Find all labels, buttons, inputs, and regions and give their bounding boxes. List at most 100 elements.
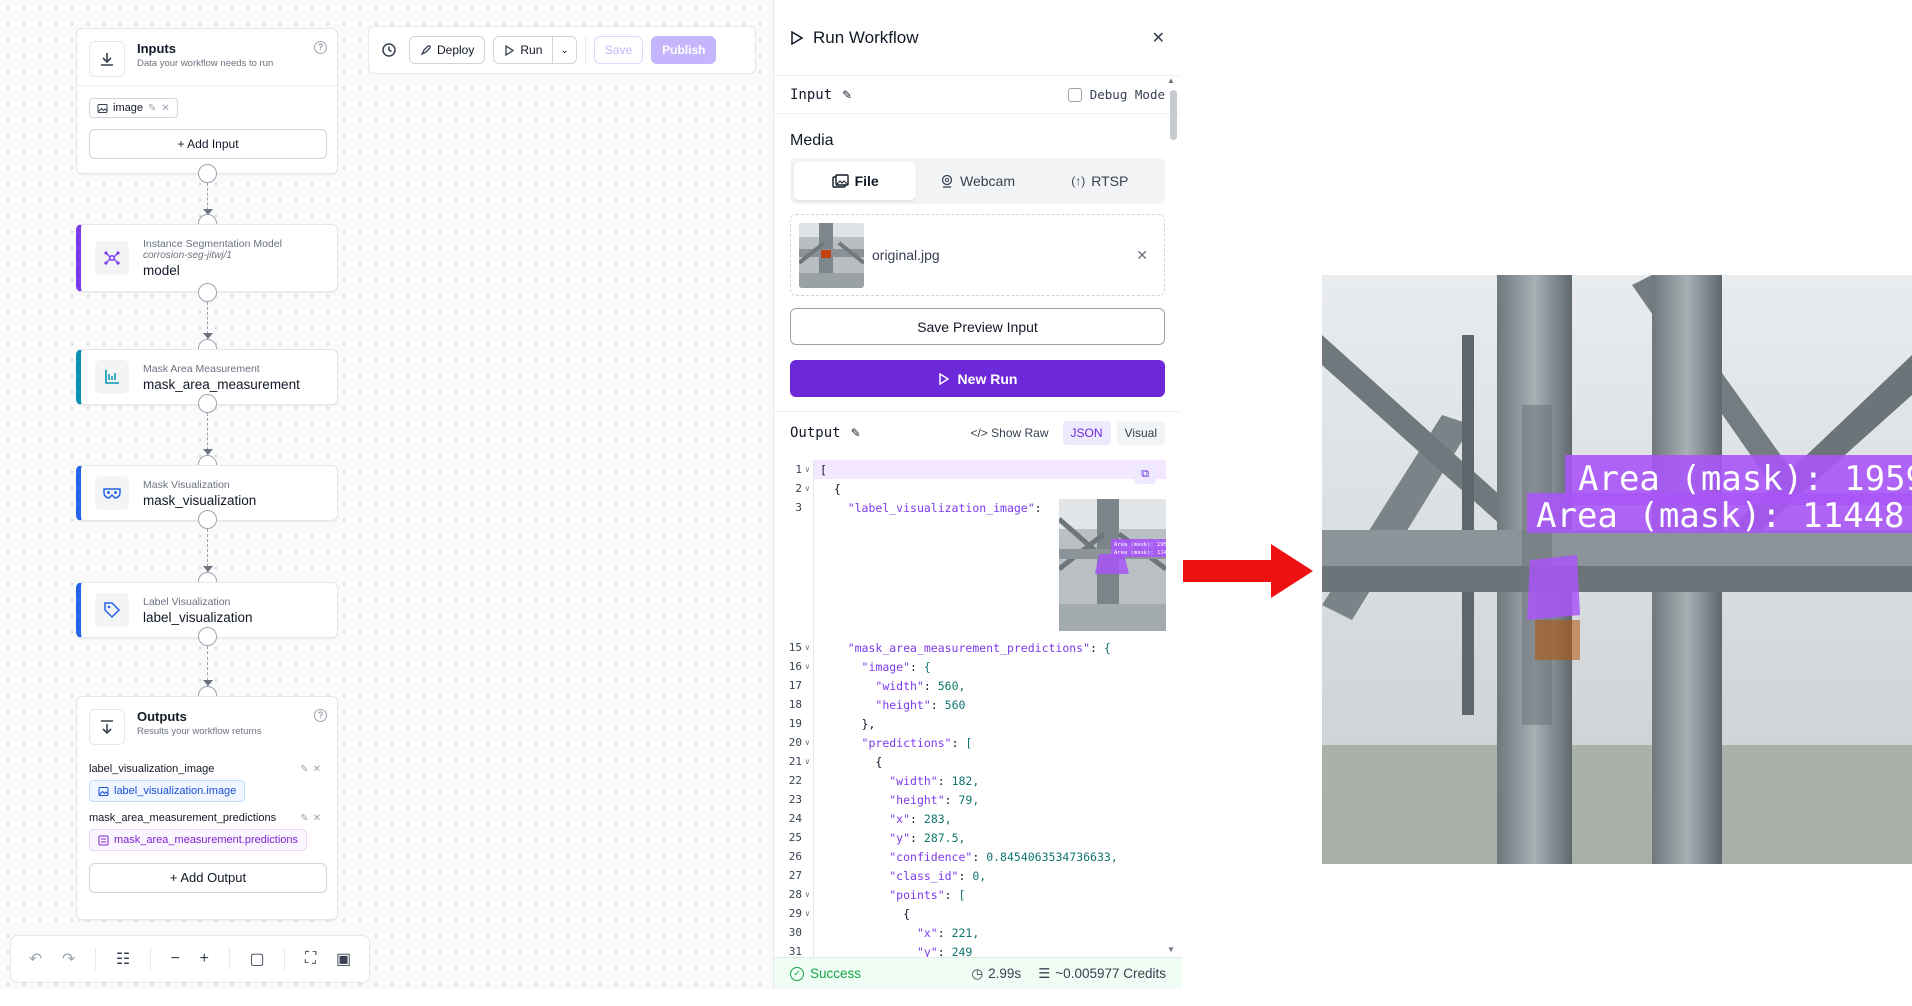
minimap-icon[interactable]: ▣	[336, 949, 351, 969]
run-options-button[interactable]: ⌄	[553, 36, 577, 64]
code-line: "class_id": 0,	[889, 869, 987, 883]
save-preview-input-button[interactable]: Save Preview Input	[790, 308, 1165, 345]
line-number: 15	[788, 641, 802, 654]
fold-chevron-icon[interactable]: ∨	[805, 757, 810, 766]
output-section-header: Output ✎ </> Show Raw JSON Visual	[774, 411, 1181, 453]
zoom-out-icon[interactable]: −	[171, 950, 180, 968]
visual-view-button[interactable]: Visual	[1116, 420, 1165, 445]
deploy-button[interactable]: Deploy	[409, 36, 486, 64]
show-raw-button[interactable]: </> Show Raw	[962, 421, 1056, 445]
fold-chevron-icon[interactable]: ∨	[805, 484, 810, 493]
pencil-icon[interactable]: ✎	[851, 426, 861, 440]
selected-file-card: original.jpg ✕	[790, 214, 1165, 296]
fold-chevron-icon[interactable]: ∨	[805, 890, 810, 899]
image-file-icon	[831, 173, 849, 188]
step-kind: Instance Segmentation Model	[143, 238, 282, 250]
close-icon[interactable]: ✕	[1152, 28, 1165, 48]
code-line: },	[820, 717, 876, 731]
output-port[interactable]	[198, 283, 217, 302]
output-ref-chip[interactable]: label_visualization.image	[89, 780, 246, 802]
json-output-viewer[interactable]: 1 ∨[2 ∨ {3 "label_visualization_image": 15 ∨…	[774, 460, 1166, 957]
undo-icon[interactable]: ↶	[29, 949, 42, 969]
output-port[interactable]	[198, 510, 217, 529]
media-label: Media	[790, 132, 834, 149]
code-line: [	[820, 463, 827, 477]
unlock-icon[interactable]: ▢	[249, 949, 264, 969]
json-view-button[interactable]: JSON	[1062, 420, 1111, 445]
history-button[interactable]	[377, 36, 401, 64]
line-number: 28	[788, 888, 802, 901]
workflow-canvas[interactable]: Deploy Run ⌄ Save Publish Inputs Data yo…	[0, 0, 773, 989]
run-button[interactable]: Run	[493, 36, 554, 64]
outputs-node-title: Outputs	[137, 709, 187, 724]
output-ref-label: label_visualization.image	[114, 785, 237, 797]
area-annotation-text: Area (mask): 1959.0	[1578, 459, 1912, 499]
fit-view-icon[interactable]: ⛶	[305, 950, 316, 968]
code-line: "x": 283,	[889, 812, 952, 826]
zoom-in-icon[interactable]: +	[200, 950, 209, 968]
remove-file-icon[interactable]: ✕	[1136, 247, 1148, 264]
tab-file[interactable]: File	[794, 162, 917, 200]
line-number: 20	[788, 736, 802, 749]
help-icon[interactable]: ?	[314, 709, 327, 722]
download-icon	[89, 709, 125, 745]
network-icon	[95, 241, 129, 275]
add-output-button[interactable]: + Add Output	[89, 863, 327, 893]
input-chip-image[interactable]: image ✎ ✕	[89, 98, 178, 118]
code-line: "confidence": 0.8454063534736633,	[889, 850, 1118, 864]
inputs-node-title: Inputs	[137, 41, 176, 56]
measure-icon	[95, 360, 129, 394]
add-input-button[interactable]: + Add Input	[89, 128, 327, 159]
run-credits: ~0.005977 Credits	[1055, 966, 1166, 981]
input-section-header: Input ✎ Debug Mode	[774, 76, 1181, 114]
run-label: Run	[520, 43, 543, 57]
publish-button[interactable]: Publish	[651, 36, 717, 64]
mask-icon	[95, 476, 129, 510]
panel-scrollbar[interactable]: ▲ ▼	[1167, 76, 1179, 954]
fold-chevron-icon[interactable]: ∨	[805, 909, 810, 918]
output-ref-chip[interactable]: mask_area_measurement.predictions	[89, 829, 308, 851]
debug-mode-label: Debug Mode	[1089, 87, 1165, 102]
line-number: 16	[788, 660, 802, 673]
show-raw-label: Show Raw	[991, 425, 1049, 440]
remove-icon[interactable]: ✕	[161, 103, 169, 114]
edit-icon[interactable]: ✎	[148, 103, 156, 114]
pencil-icon[interactable]: ✎	[842, 88, 852, 102]
output-image-preview[interactable]: Area (mask): 1959.0 Area (mask): 11448.00	[1059, 499, 1166, 631]
output-view-toggle: </> Show Raw JSON Visual	[962, 420, 1165, 445]
layout-icon[interactable]: ☷	[116, 949, 130, 969]
check-circle-icon: ✓	[790, 966, 804, 981]
line-number: 17	[788, 679, 802, 692]
code-line: {	[820, 482, 841, 496]
scroll-thumb[interactable]	[1170, 90, 1177, 140]
help-icon[interactable]: ?	[314, 41, 327, 54]
tab-rtsp[interactable]: (↑) RTSP	[1039, 162, 1161, 200]
tag-icon	[95, 593, 129, 627]
debug-mode-checkbox[interactable]	[1067, 87, 1082, 102]
file-thumbnail	[799, 222, 864, 288]
output-item-actions[interactable]: ✎✕	[300, 813, 325, 824]
code-line: "width": 560,	[875, 679, 966, 693]
fold-chevron-icon[interactable]: ∨	[805, 662, 810, 671]
panel-title: Run Workflow	[813, 27, 919, 47]
output-item-actions[interactable]: ✎✕	[300, 764, 325, 775]
copy-icon[interactable]: ⧉	[1134, 464, 1156, 484]
outputs-node[interactable]: Outputs Results your workflow returns ? …	[76, 696, 338, 920]
step-node-model[interactable]: Instance Segmentation Model corrosion-seg…	[76, 224, 338, 292]
scroll-up-icon[interactable]: ▲	[1167, 76, 1175, 85]
fold-chevron-icon[interactable]: ∨	[805, 738, 810, 747]
redo-icon[interactable]: ↷	[62, 949, 75, 969]
fold-chevron-icon[interactable]: ∨	[805, 465, 810, 474]
inputs-node[interactable]: Inputs Data your workflow needs to run ?…	[76, 28, 338, 174]
tab-webcam[interactable]: Webcam	[916, 162, 1038, 200]
save-button[interactable]: Save	[593, 36, 644, 64]
new-run-button[interactable]: New Run	[790, 360, 1165, 397]
output-port[interactable]	[198, 164, 217, 183]
line-number: 31	[788, 945, 802, 957]
output-port[interactable]	[198, 627, 217, 646]
output-port[interactable]	[198, 394, 217, 413]
line-number: 1	[795, 463, 802, 476]
step-name: mask_area_measurement	[143, 376, 300, 392]
scroll-down-icon[interactable]: ▼	[1167, 945, 1175, 954]
fold-chevron-icon[interactable]: ∨	[805, 643, 810, 652]
